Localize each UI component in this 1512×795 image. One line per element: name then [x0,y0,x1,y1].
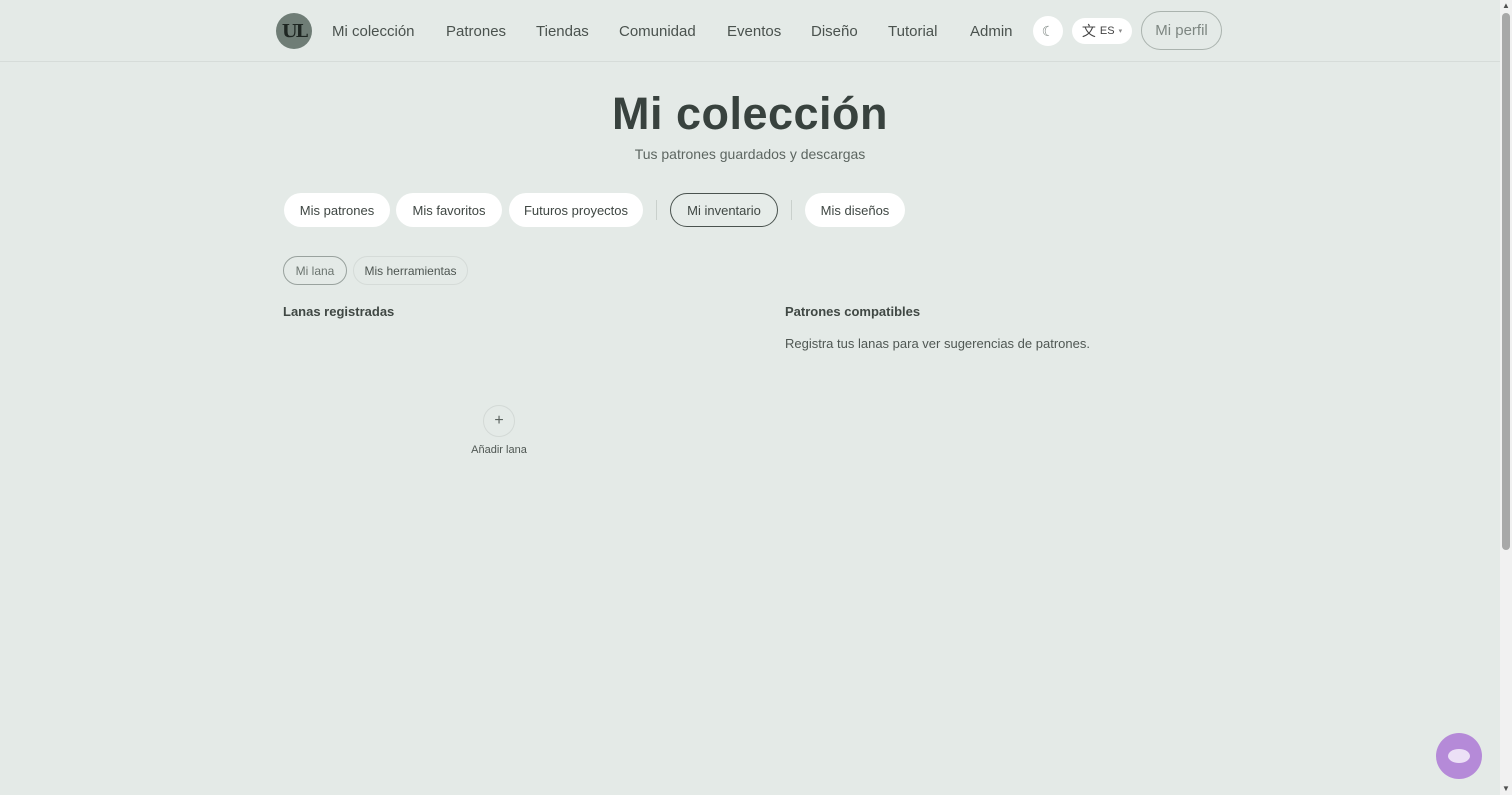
language-selector[interactable]: 文 ES ▾ [1072,18,1132,44]
tab-mis-favoritos[interactable]: Mis favoritos [396,193,502,227]
compatible-patterns-empty-text: Registra tus lanas para ver sugerencias … [785,336,1090,351]
scrollbar-thumb[interactable] [1502,13,1510,550]
translate-icon: 文 [1081,23,1096,39]
page-scrollbar[interactable]: ▲ ▼ [1500,0,1512,795]
add-yarn-button[interactable]: + [483,405,515,437]
tab-mis-patrones[interactable]: Mis patrones [284,193,390,227]
nav-item-patrones[interactable]: Patrones [446,23,506,40]
nav-item-tiendas[interactable]: Tiendas [536,23,589,40]
chat-bubble-icon [1448,749,1470,763]
top-navigation: UL Mi colección Patrones Tiendas Comunid… [0,0,1500,62]
page-title: Mi colección [611,88,889,139]
compatible-patterns-heading: Patrones compatibles [785,304,921,319]
add-yarn-label[interactable]: Añadir lana [449,444,549,456]
nav-item-admin[interactable]: Admin [970,23,1013,40]
tab-divider [791,200,792,220]
nav-item-eventos[interactable]: Eventos [727,23,781,40]
plus-icon: + [494,412,504,429]
nav-item-comunidad[interactable]: Comunidad [619,23,696,40]
tab-mi-inventario[interactable]: Mi inventario [670,193,778,227]
scroll-up-icon[interactable]: ▲ [1502,1,1510,10]
scroll-down-icon[interactable]: ▼ [1502,784,1510,793]
subtab-mi-lana[interactable]: Mi lana [283,256,347,285]
tab-mis-disenos[interactable]: Mis diseños [805,193,905,227]
subtab-mis-herramientas[interactable]: Mis herramientas [353,256,468,285]
logo[interactable]: UL [276,13,312,49]
nav-item-mi-coleccion[interactable]: Mi colección [332,23,415,40]
theme-toggle-button[interactable]: ☾ [1033,16,1063,46]
nav-item-tutorial[interactable]: Tutorial [888,23,937,40]
tab-divider [656,200,657,220]
moon-icon: ☾ [1041,22,1055,39]
chat-button[interactable] [1436,733,1482,779]
language-code: ES [1099,25,1115,37]
profile-button[interactable]: Mi perfil [1141,11,1222,50]
tab-futuros-proyectos[interactable]: Futuros proyectos [509,193,643,227]
registered-yarns-heading: Lanas registradas [283,304,395,319]
chevron-down-icon: ▾ [1118,28,1123,35]
nav-item-diseno[interactable]: Diseño [811,23,858,40]
page-subtitle: Tus patrones guardados y descargas [634,146,866,162]
